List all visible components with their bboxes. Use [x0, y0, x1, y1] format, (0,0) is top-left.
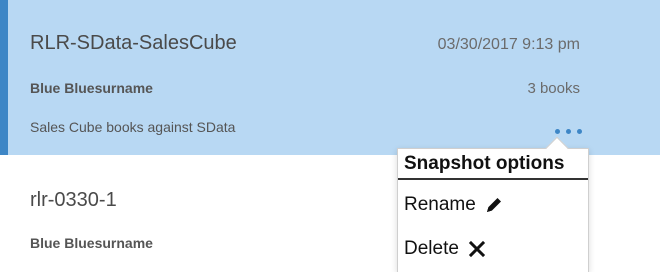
snapshot-options-menu: Snapshot options Rename Delete — [397, 136, 589, 272]
snapshot-description: Sales Cube books against SData — [30, 119, 236, 135]
close-icon — [468, 240, 486, 258]
snapshot-card-selected[interactable]: RLR-SData-SalesCube 03/30/2017 9:13 pm B… — [0, 0, 660, 155]
rename-label: Rename — [404, 194, 476, 215]
snapshot-book-count: 3 books — [527, 80, 580, 97]
rename-menu-item[interactable]: Rename — [398, 185, 588, 225]
delete-menu-item[interactable]: Delete — [398, 229, 588, 269]
snapshot-date: 03/30/2017 9:13 pm — [437, 36, 580, 53]
snapshot-owner: Blue Bluesurname — [30, 80, 153, 96]
snapshot-name: RLR-SData-SalesCube — [30, 32, 237, 54]
delete-label: Delete — [404, 238, 459, 259]
snapshot-owner: Blue Bluesurname — [30, 235, 153, 251]
snapshot-name: rlr-0330-1 — [30, 189, 117, 211]
menu-title: Snapshot options — [398, 149, 588, 180]
pencil-icon — [486, 198, 501, 212]
